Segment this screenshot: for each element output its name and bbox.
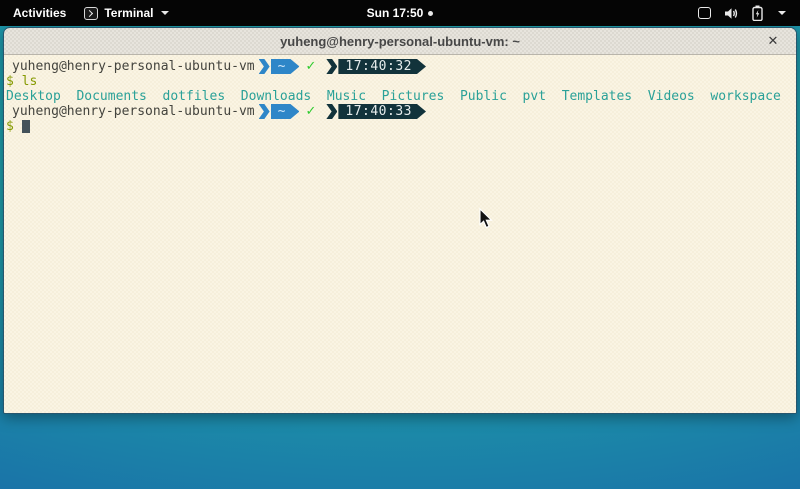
directory-listing: Desktop Documents dotfiles Downloads Mus… bbox=[6, 89, 781, 104]
app-menu-terminal[interactable]: Terminal bbox=[84, 6, 169, 20]
powerline-chevron-icon bbox=[326, 59, 337, 74]
terminal-app-icon bbox=[84, 7, 98, 20]
chevron-down-icon bbox=[161, 11, 169, 15]
terminal-cursor bbox=[22, 120, 30, 133]
top-bar: Activities Terminal Sun 17:50 bbox=[0, 0, 800, 26]
prompt-path-segment: ~ bbox=[271, 59, 300, 74]
status-check-icon: ✓ bbox=[305, 104, 316, 119]
powerline-chevron-icon bbox=[326, 104, 337, 119]
prompt-line-1: yuheng@henry-personal-ubuntu-vm ~ ✓ 17:4… bbox=[6, 59, 796, 74]
prompt-user-host: yuheng@henry-personal-ubuntu-vm bbox=[12, 104, 255, 119]
powerline-chevron-icon bbox=[259, 104, 270, 119]
system-status-area[interactable] bbox=[698, 0, 800, 26]
close-button[interactable]: ✕ bbox=[762, 28, 784, 55]
powerline-chevron-icon bbox=[259, 59, 270, 74]
activities-button[interactable]: Activities bbox=[9, 6, 70, 20]
window-title: yuheng@henry-personal-ubuntu-vm: ~ bbox=[280, 34, 520, 49]
volume-icon bbox=[724, 7, 739, 20]
prompt-time: 17:40:32 bbox=[338, 59, 426, 74]
prompt-user-host: yuheng@henry-personal-ubuntu-vm bbox=[12, 59, 255, 74]
command-text: $ ls bbox=[6, 74, 37, 89]
terminal-screen[interactable]: yuheng@henry-personal-ubuntu-vm ~ ✓ 17:4… bbox=[4, 55, 796, 413]
prompt-time: 17:40:33 bbox=[338, 104, 426, 119]
battery-charging-icon bbox=[752, 5, 763, 21]
prompt-line-2: yuheng@henry-personal-ubuntu-vm ~ ✓ 17:4… bbox=[6, 104, 796, 119]
notification-dot bbox=[428, 11, 433, 16]
display-icon bbox=[698, 7, 711, 19]
clock[interactable]: Sun 17:50 bbox=[367, 6, 424, 20]
prompt-path-segment: ~ bbox=[271, 104, 300, 119]
terminal-window: yuheng@henry-personal-ubuntu-vm: ~ ✕ yuh… bbox=[3, 27, 797, 414]
prompt-char: $ bbox=[6, 119, 14, 134]
input-line: $ bbox=[6, 119, 796, 134]
app-menu-label: Terminal bbox=[104, 6, 153, 20]
chevron-down-icon bbox=[778, 11, 786, 15]
window-titlebar[interactable]: yuheng@henry-personal-ubuntu-vm: ~ ✕ bbox=[4, 28, 796, 55]
mouse-cursor-icon bbox=[479, 208, 494, 234]
command-line: $ ls bbox=[6, 74, 796, 89]
status-check-icon: ✓ bbox=[305, 59, 316, 74]
ls-output-line: Desktop Documents dotfiles Downloads Mus… bbox=[6, 89, 796, 104]
